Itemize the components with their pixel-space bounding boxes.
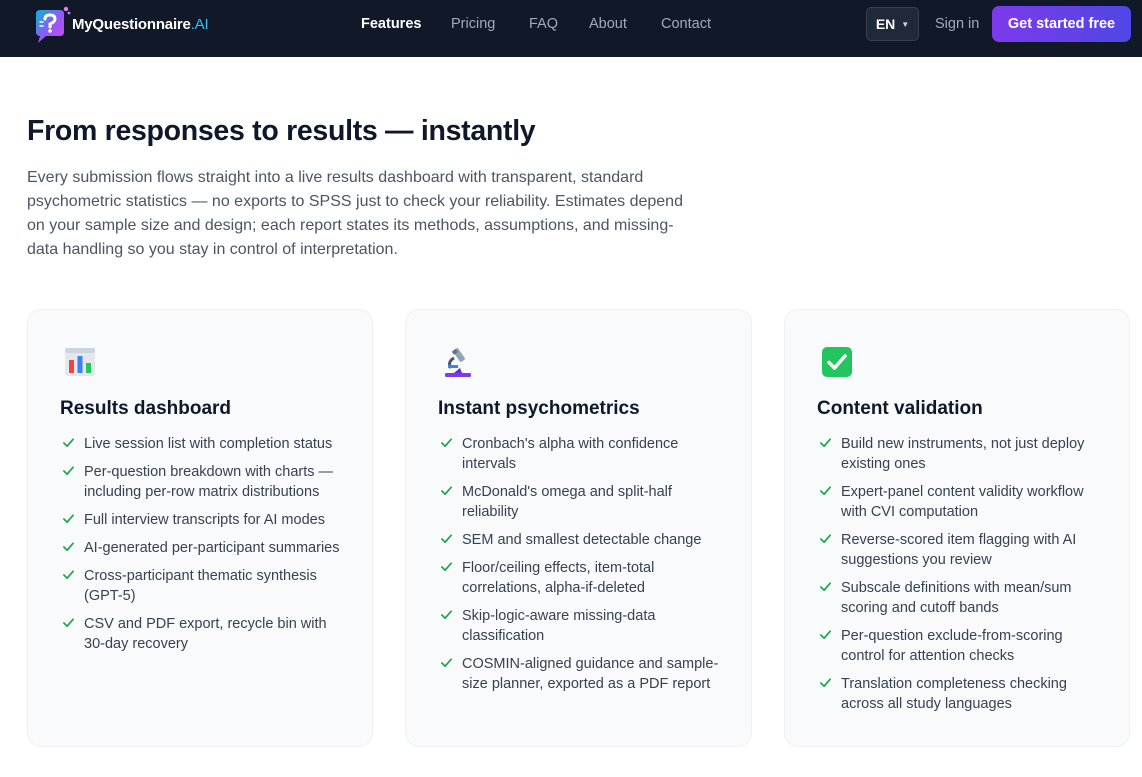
- list-item: COSMIN-aligned guidance and sample-size …: [438, 654, 728, 694]
- feature-list: Live session list with completion status…: [60, 434, 350, 662]
- feature-card-content-validation: Content validation Build new instruments…: [784, 309, 1130, 747]
- checkmark-icon: [820, 582, 831, 592]
- list-item: Translation completeness checking across…: [817, 674, 1107, 714]
- checkmark-icon: [820, 486, 831, 496]
- list-item-text: Subscale definitions with mean/sum scori…: [841, 580, 1072, 616]
- list-item: Cronbach's alpha with confidence interva…: [438, 434, 728, 474]
- checkmark-icon: [820, 630, 831, 640]
- list-item-text: COSMIN-aligned guidance and sample-size …: [462, 656, 719, 692]
- list-item: Build new instruments, not just deploy e…: [817, 434, 1107, 474]
- list-item-text: Per-question exclude-from-scoring contro…: [841, 628, 1063, 664]
- list-item: Cross-participant thematic synthesis (GP…: [60, 566, 350, 606]
- list-item-text: Per-question breakdown with charts — inc…: [84, 464, 334, 500]
- list-item-text: Cross-participant thematic synthesis (GP…: [84, 568, 317, 604]
- checkmark-icon: [820, 438, 831, 448]
- language-selector[interactable]: EN ▼: [866, 7, 919, 41]
- card-title: Content validation: [817, 398, 983, 419]
- list-item: Expert-panel content validity workflow w…: [817, 482, 1107, 522]
- nav-link-contact[interactable]: Contact: [661, 16, 711, 32]
- sign-in-link[interactable]: Sign in: [935, 16, 979, 32]
- list-item: CSV and PDF export, recycle bin with 30-…: [60, 614, 350, 654]
- feature-card-instant-psychometrics: Instant psychometrics Cronbach's alpha w…: [405, 309, 752, 747]
- list-item: Subscale definitions with mean/sum scori…: [817, 578, 1107, 618]
- card-title: Results dashboard: [60, 398, 232, 419]
- checkmark-icon: [441, 610, 452, 620]
- list-item-text: Full interview transcripts for AI modes: [84, 512, 325, 528]
- list-item-text: McDonald's omega and split-half reliabil…: [462, 484, 672, 520]
- list-item: Reverse-scored item flagging with AI sug…: [817, 530, 1107, 570]
- list-item-text: AI-generated per-participant summaries: [84, 540, 340, 556]
- section-subtitle: Every submission flows straight into a l…: [27, 169, 683, 258]
- list-item: McDonald's omega and split-half reliabil…: [438, 482, 728, 522]
- feature-list: Cronbach's alpha with confidence interva…: [438, 434, 728, 702]
- checkmark-icon: [63, 514, 74, 524]
- checkmark-icon: [63, 438, 74, 448]
- checkmark-icon: [63, 570, 74, 580]
- list-item-text: Live session list with completion status: [84, 436, 333, 452]
- list-item: Per-question breakdown with charts — inc…: [60, 462, 350, 502]
- nav-link-features[interactable]: Features: [361, 16, 421, 32]
- nav-link-about[interactable]: About: [589, 16, 627, 32]
- checkmark-icon: [441, 486, 452, 496]
- top-navbar: MyQuestionnaire.AI Features Pricing FAQ …: [0, 0, 1142, 57]
- list-item-text: Translation completeness checking across…: [841, 676, 1067, 712]
- list-item-text: Reverse-scored item flagging with AI sug…: [841, 532, 1077, 568]
- feature-card-results-dashboard: Results dashboard Live session list with…: [27, 309, 373, 747]
- checkmark-icon: [820, 534, 831, 544]
- list-item: Per-question exclude-from-scoring contro…: [817, 626, 1107, 666]
- checkmark-icon: [441, 534, 452, 544]
- list-item: Floor/ceiling effects, item-total correl…: [438, 558, 728, 598]
- nav-link-pricing[interactable]: Pricing: [451, 16, 495, 32]
- section-title: From responses to results — instantly: [27, 115, 536, 147]
- list-item: Skip-logic-aware missing-data classifica…: [438, 606, 728, 646]
- checkmark-icon: [441, 658, 452, 668]
- checkmark-icon: [441, 562, 452, 572]
- checkmark-icon: [63, 542, 74, 552]
- checkmark-icon: [63, 466, 74, 476]
- list-item: SEM and smallest detectable change: [438, 530, 728, 550]
- list-item-text: Floor/ceiling effects, item-total correl…: [462, 560, 655, 596]
- microscope-icon: [445, 348, 471, 377]
- chevron-down-icon: ▼: [901, 19, 910, 29]
- list-item: Full interview transcripts for AI modes: [60, 510, 350, 530]
- list-item-text: Build new instruments, not just deploy e…: [841, 436, 1085, 472]
- check-box-icon: [822, 347, 852, 377]
- language-value: EN: [875, 16, 896, 32]
- get-started-button[interactable]: Get started free: [992, 6, 1131, 42]
- list-item: AI-generated per-participant summaries: [60, 538, 350, 558]
- nav-link-faq[interactable]: FAQ: [529, 16, 558, 32]
- list-item-text: Cronbach's alpha with confidence interva…: [462, 436, 679, 472]
- card-title: Instant psychometrics: [438, 398, 640, 419]
- list-item: Live session list with completion status: [60, 434, 350, 454]
- list-item-text: Expert-panel content validity workflow w…: [841, 484, 1084, 520]
- feature-list: Build new instruments, not just deploy e…: [817, 434, 1107, 722]
- list-item-text: CSV and PDF export, recycle bin with 30-…: [84, 616, 327, 652]
- list-item-text: Skip-logic-aware missing-data classifica…: [462, 608, 656, 644]
- checkmark-icon: [820, 678, 831, 688]
- checkmark-icon: [441, 438, 452, 448]
- bar-chart-icon: [65, 348, 95, 376]
- list-item-text: SEM and smallest detectable change: [462, 532, 702, 548]
- checkmark-icon: [63, 618, 74, 628]
